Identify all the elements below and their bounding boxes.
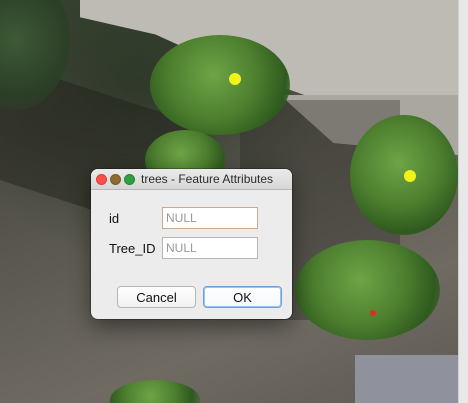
id-field-label: id — [109, 211, 120, 226]
tree-canopy — [110, 380, 200, 403]
ok-button[interactable]: OK — [203, 286, 282, 308]
tree-canopy — [150, 35, 290, 135]
right-panel-edge — [458, 0, 468, 403]
tree-point-1[interactable] — [229, 73, 241, 85]
close-window-button[interactable] — [96, 174, 107, 185]
feature-attributes-dialog: trees - Feature Attributes id Tree_ID Ca… — [91, 169, 292, 319]
dialog-title: trees - Feature Attributes — [141, 172, 274, 186]
cancel-button[interactable]: Cancel — [117, 286, 196, 308]
zoom-window-button[interactable] — [124, 174, 135, 185]
minimize-window-button[interactable] — [110, 174, 121, 185]
dialog-titlebar[interactable]: trees - Feature Attributes — [91, 169, 292, 190]
tree-canopy — [295, 240, 440, 340]
tree-id-field-label: Tree_ID — [109, 241, 156, 256]
tree-id-field-input[interactable] — [162, 237, 258, 259]
id-field-input[interactable] — [162, 207, 258, 229]
building-roof — [355, 355, 458, 403]
tree-point-2[interactable] — [404, 170, 416, 182]
tree-point-selected[interactable] — [370, 310, 376, 316]
